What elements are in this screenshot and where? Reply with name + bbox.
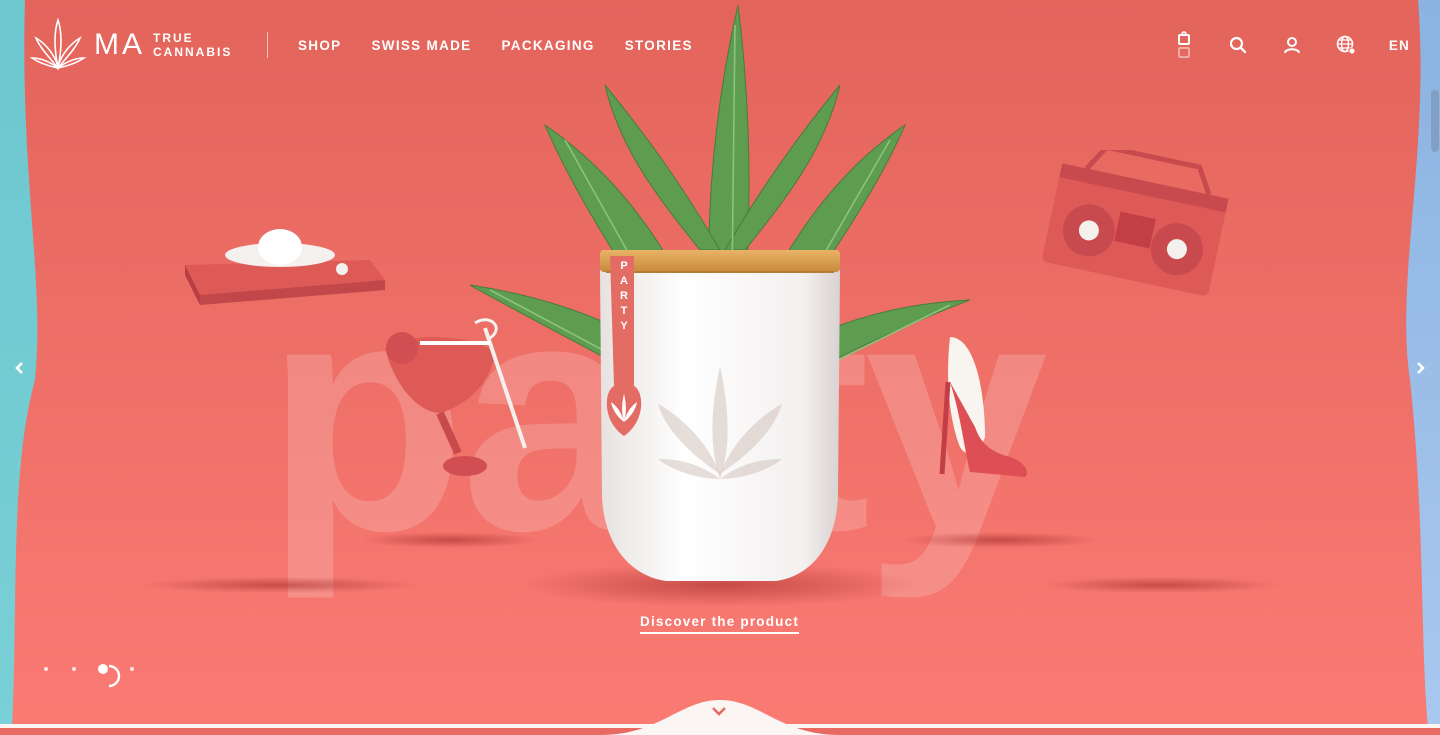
header-divider	[267, 32, 268, 58]
slide-dot-2[interactable]	[72, 667, 76, 671]
chevron-down-icon	[712, 707, 726, 716]
site-header: MA TRUE CANNABIS SHOP SWISS MADE PACKAGI…	[0, 0, 1440, 90]
header-actions: EN	[1173, 31, 1410, 58]
brand-monogram: MA	[94, 28, 145, 61]
brand-wordmark: TRUE CANNABIS	[153, 31, 232, 59]
brand-line-1: TRUE	[153, 31, 194, 45]
language-selector[interactable]: EN	[1389, 38, 1410, 53]
prev-slide-button[interactable]	[8, 356, 32, 380]
search-icon[interactable]	[1227, 34, 1249, 56]
high-heel-illustration	[939, 337, 1027, 477]
page-scrollbar[interactable]	[1431, 90, 1439, 152]
discover-product-link[interactable]: Discover the product	[640, 614, 800, 634]
cocktail-glass-illustration	[385, 318, 527, 476]
slide-dot-1[interactable]	[44, 667, 48, 671]
nav-packaging[interactable]: PACKAGING	[501, 38, 594, 53]
nav-swiss-made[interactable]: SWISS MADE	[371, 38, 471, 53]
chevron-right-icon	[1417, 362, 1425, 374]
nav-stories[interactable]: STORIES	[625, 38, 693, 53]
nav-shop[interactable]: SHOP	[298, 38, 341, 53]
next-slide-button[interactable]	[1408, 356, 1432, 380]
main-nav: SHOP SWISS MADE PACKAGING STORIES	[298, 38, 693, 53]
turntable-illustration	[185, 229, 385, 305]
globe-icon[interactable]	[1335, 34, 1357, 56]
brand-line-2: CANNABIS	[153, 45, 233, 59]
product-jar-illustration	[600, 250, 840, 581]
slide-dot-4[interactable]	[130, 667, 134, 671]
brand-logo[interactable]: MA TRUE CANNABIS	[30, 18, 232, 72]
page-bottom-strip	[0, 724, 1440, 728]
jar-label: PARTY	[620, 260, 628, 332]
boombox-illustration	[1042, 150, 1229, 296]
chevron-left-icon	[15, 362, 23, 374]
user-icon[interactable]	[1281, 34, 1303, 56]
scroll-down-button[interactable]	[711, 704, 727, 722]
cannabis-leaf-logo-icon	[30, 18, 86, 71]
slide-progress-ring	[108, 664, 121, 688]
bag-icon[interactable]	[1173, 31, 1195, 58]
